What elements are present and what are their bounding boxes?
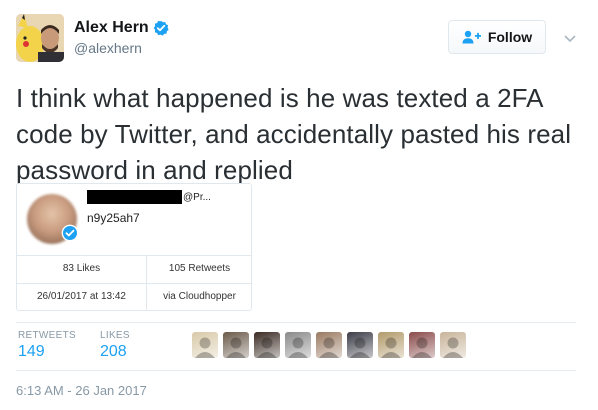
tweet-timestamp[interactable]: 6:13 AM - 26 Jan 2017 — [16, 383, 147, 398]
embedded-tweet-text: n9y25ah7 — [87, 211, 140, 225]
embedded-datetime: 26/01/2017 at 13:42 — [37, 291, 126, 302]
embedded-tweet-image[interactable]: @Pr... n9y25ah7 83 Likes 105 Retweets 26… — [16, 183, 252, 311]
verified-badge-icon — [61, 224, 79, 242]
divider — [17, 255, 251, 256]
retweets-count[interactable]: 149 — [18, 343, 45, 361]
follow-button-label: Follow — [487, 29, 533, 45]
author-handle[interactable]: @alexhern — [74, 40, 142, 56]
author-avatar[interactable] — [16, 14, 64, 62]
liker-avatar-2[interactable] — [223, 332, 249, 358]
likes-count[interactable]: 208 — [100, 343, 127, 361]
liker-avatar-7[interactable] — [378, 332, 404, 358]
likes-label: LIKES — [100, 330, 130, 341]
author-name-text[interactable]: Alex Hern — [74, 19, 149, 37]
liker-avatar-9[interactable] — [440, 332, 466, 358]
embedded-likes: 83 Likes — [62, 263, 101, 274]
embedded-retweets: 105 Retweets — [168, 263, 231, 274]
retweets-label: RETWEETS — [18, 330, 76, 341]
add-user-icon — [462, 30, 482, 44]
chevron-down-icon[interactable] — [564, 30, 576, 43]
embedded-source: via Cloudhopper — [163, 291, 236, 302]
liker-avatars — [192, 332, 466, 358]
divider — [16, 322, 576, 323]
verified-badge-icon — [153, 20, 169, 36]
redacted-name — [87, 190, 182, 204]
author-name[interactable]: Alex Hern — [74, 19, 169, 37]
liker-avatar-5[interactable] — [316, 332, 342, 358]
embedded-handle: @Pr... — [183, 192, 211, 203]
divider — [16, 370, 576, 371]
divider — [17, 283, 251, 284]
liker-avatar-3[interactable] — [254, 332, 280, 358]
tweet-text: I think what happened is he was texted a… — [16, 83, 572, 185]
liker-avatar-6[interactable] — [347, 332, 373, 358]
liker-avatar-4[interactable] — [285, 332, 311, 358]
follow-button[interactable]: Follow — [448, 20, 546, 54]
liker-avatar-8[interactable] — [409, 332, 435, 358]
liker-avatar-1[interactable] — [192, 332, 218, 358]
